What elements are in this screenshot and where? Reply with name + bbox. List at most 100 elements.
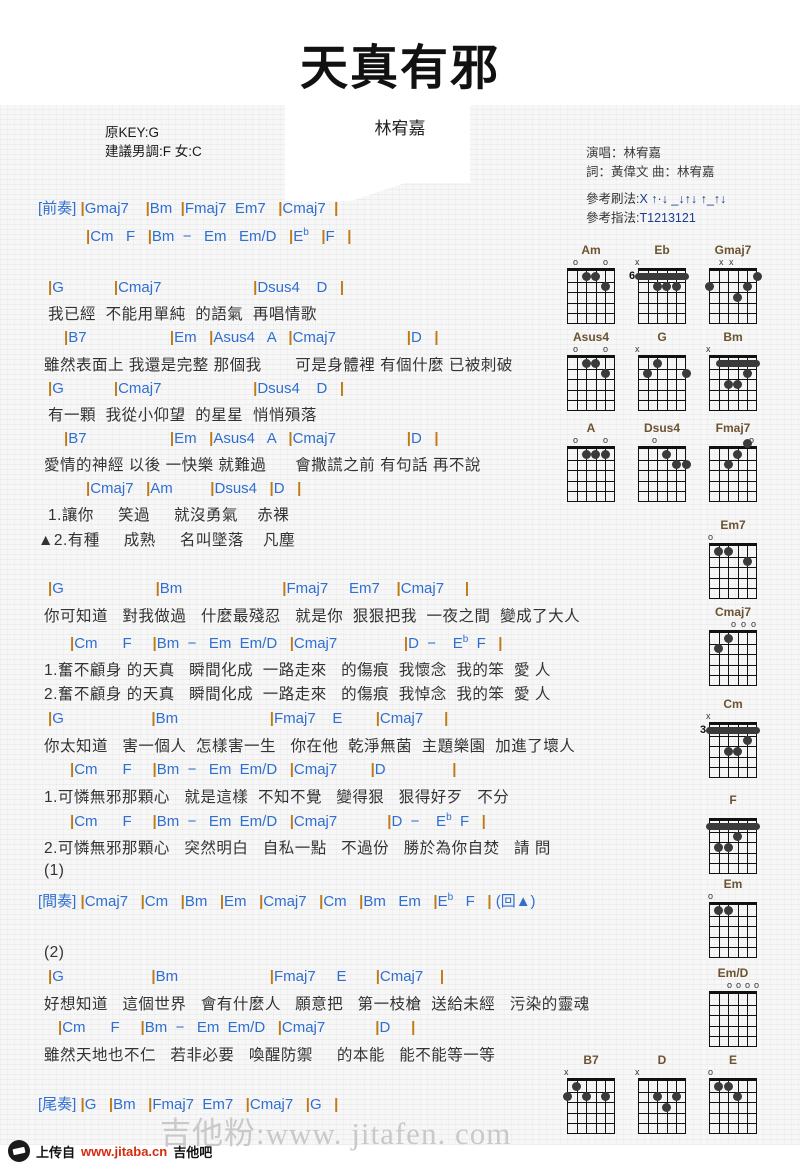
open-string-icon: o [727,980,733,990]
chord-line: [間奏] |Cmaj7 |Cm |Bm |Em |Cmaj7 |Cm |Bm E… [38,892,536,910]
chord-diagram-label: Em [723,877,743,891]
string-markers: o [702,435,764,446]
chord-diagram-g: Gx [631,330,693,411]
fretboard-grid [709,991,757,1047]
string-markers: x [560,1067,622,1078]
chord-line: |Cm F |Bm − Em Em/D |Cmaj7 |D | [58,1019,416,1036]
lyric-line: 你可知道 對我做過 什麼最殘忍 就是你 狠狠把我 一夜之間 變成了大人 [44,608,581,625]
fretboard-grid: 6 [629,268,689,324]
strum-value: X ↑·↓ _↓↑↓ ↑_↑↓ [639,192,727,206]
fingering-value: T1213121 [639,211,696,225]
credit-singer: 演唱：林宥嘉 [586,146,662,160]
finger-dot [723,905,733,915]
chord-diagram-label: A [586,421,596,435]
fretboard-grid [567,355,615,411]
open-string-icon: o [708,532,714,542]
upload-label: 上传自 [36,1144,76,1160]
open-string-icon: o [603,344,609,354]
fretboard-grid [709,439,757,502]
lyric-line: 有一顆 我從小仰望 的星星 悄悄殞落 [48,407,317,424]
muted-string-icon: x [729,257,734,267]
suggested-key: 建議男調:F 女:C [105,144,202,159]
fret-number: 6 [629,270,636,282]
barre-marker [706,822,760,830]
finger-dot [572,1081,582,1091]
watermark: 吉他粉:www. jitafen. com [160,1116,512,1151]
string-markers: oooo [702,980,764,991]
muted-string-icon: x [706,344,711,354]
fretboard-grid [709,630,757,686]
chord-diagram-fmaj7: Fmaj7 o [702,421,764,502]
chord-line: |Cm F |Bm − Em Em/D |Cmaj7 |D − Eb F | [70,634,503,652]
lyric-line: 好想知道 這個世界 會有什麼人 願意把 第一枝槍 送給未經 污染的靈魂 [44,996,590,1013]
finger-dot [723,1081,733,1091]
fretboard-grid: 3 [700,722,760,778]
chord-line: |G |Bm |Fmaj7 E |Cmaj7 | [48,710,449,727]
string-markers: x [631,344,693,355]
open-string-icon: o [652,435,658,445]
chord-line: |Cm F |Bm − Em Em/D |Cmaj7 |D | [70,761,457,778]
chord-diagram-gmaj7: Gmaj7 x x [702,243,764,324]
finger-dot [714,905,724,915]
open-string-icon: o [708,891,714,901]
site-name: 吉他吧 [173,1144,213,1160]
finger-dot [652,358,662,368]
muted-string-icon: x [719,257,724,267]
chord-diagram-label: Eb [654,243,670,257]
chord-line: |G |Bm |Fmaj7 Em7 |Cmaj7 | [48,580,470,597]
key-info: 原KEY:G 建議男調:F 女:C [105,123,202,161]
string-markers: x [702,344,764,355]
chord-diagram-cmaj7: Cmaj7 o o o [702,605,764,686]
chord-line: [前奏] |Gmaj7 |Bm |Fmaj7 Em7 |Cmaj7 | [38,200,339,217]
chord-line: |G |Cmaj7 |Dsus4 D | [48,279,345,296]
open-string-icon: o [573,435,579,445]
muted-string-icon: x [635,344,640,354]
chord-diagram-label: Em/D [717,966,749,980]
chord-diagram-label: Am [581,243,601,257]
string-markers: x [631,1067,693,1078]
credit-writer: 詞：黃偉文 曲：林宥嘉 [586,165,715,179]
muted-string-icon: x [635,257,640,267]
barre-marker [635,272,689,280]
fretboard-grid [638,446,691,502]
chord-diagram-label: Em7 [720,518,746,532]
fretboard-grid [709,902,757,958]
finger-dot [581,271,591,281]
chord-line: |G |Cmaj7 |Dsus4 D | [48,380,345,397]
chord-diagram-dsus4: Dsus4 o [631,421,693,502]
finger-dot [723,380,733,389]
chord-diagram-label: F [729,793,737,807]
fretboard-grid [638,355,691,411]
open-string-icon: o [731,619,737,629]
string-markers: oo [560,344,622,355]
string-markers: o [702,532,764,543]
finger-dot [581,358,591,368]
string-markers: x [702,711,764,722]
fingering-pattern: 參考指法:T1213121 [586,209,726,228]
string-markers: x [631,257,693,268]
finger-dot [600,449,610,459]
string-markers: o [702,1067,764,1078]
strum-label: 參考刷法: [586,192,640,206]
open-string-icon: o [573,344,579,354]
chord-diagram-label: B7 [583,1053,599,1067]
credits: 演唱：林宥嘉 詞：黃偉文 曲：林宥嘉 [586,144,714,182]
original-key: 原KEY:G [105,125,160,140]
fret-number: 3 [700,724,707,736]
string-markers: xx [702,257,764,268]
chord-diagram-label: Fmaj7 [715,421,751,435]
play-patterns: 參考刷法:X ↑·↓ _↓↑↓ ↑_↑↓ 參考指法:T1213121 [586,190,726,228]
finger-dot [714,546,724,556]
open-string-icon: o [603,435,609,445]
lyric-line: 2.奮不顧身 的天真 瞬間化成 一路走來 的傷痕 我悼念 我的笨 愛 人 [44,686,551,703]
finger-dot [704,282,714,292]
chord-line: |B7 |Em |Asus4 A |Cmaj7 |D | [64,329,439,346]
chord-diagram-label: G [657,330,667,344]
site-url[interactable]: www.jitaba.cn [81,1144,167,1159]
lyric-line: 雖然表面上 我還是完整 那個我 可是身體裡 有個什麼 已被刺破 [44,357,513,374]
lyric-line: 1.可憐無邪那顆心 就是這樣 不知不覺 變得狠 狠得好歹 不分 [44,789,510,806]
finger-dot [714,1081,724,1091]
fretboard-grid [709,543,757,599]
fretboard-grid [567,268,615,324]
chord-diagram-label: Asus4 [572,330,610,344]
